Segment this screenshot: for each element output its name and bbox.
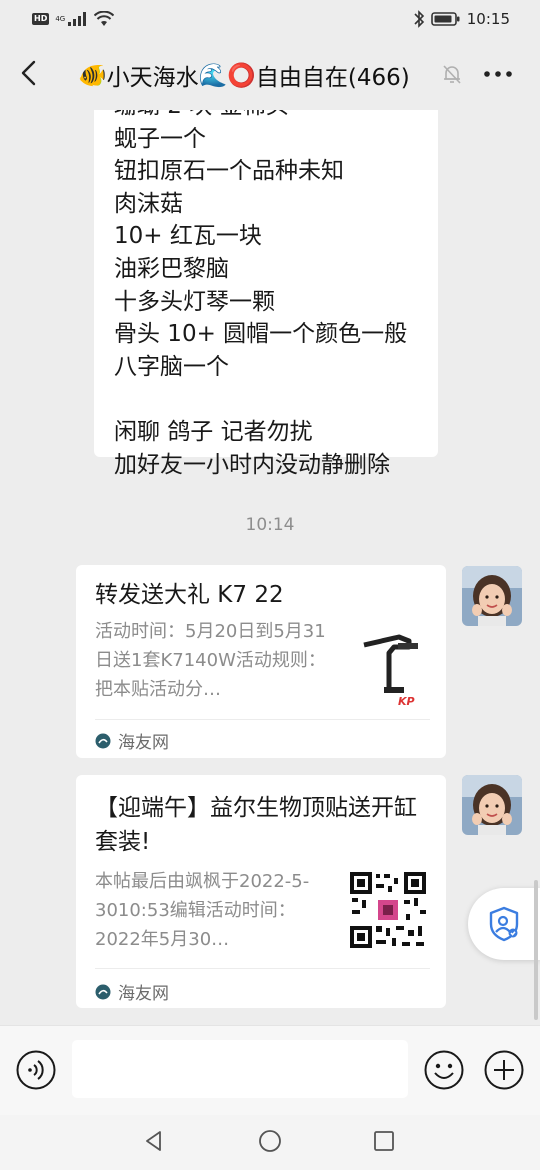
- message-line: 蚬子一个: [114, 125, 206, 152]
- battery-icon: [430, 12, 460, 26]
- message-line: 10+ 红瓦一块: [114, 223, 262, 250]
- avatar[interactable]: [462, 775, 522, 835]
- nav-home-icon[interactable]: [258, 1129, 282, 1153]
- message-line: [114, 383, 418, 416]
- plus-icon[interactable]: [484, 1050, 524, 1090]
- network-type: 4G: [55, 15, 66, 23]
- message-line: 肉沫菇: [114, 190, 183, 217]
- hd-badge: HD: [32, 13, 50, 25]
- fish-emoji: 🐠: [78, 62, 107, 89]
- chat-area[interactable]: 珊瑚 2 块 金棉头 蚬子一个 钮扣原石一个品种未知 肉沫菇 10+ 红瓦一块 …: [0, 110, 540, 1025]
- wifi-icon: [94, 11, 115, 26]
- status-bar: HD 4G 10:15: [0, 0, 540, 38]
- system-nav-bar: [0, 1115, 540, 1170]
- floating-security-button[interactable]: [468, 888, 540, 960]
- scrollbar[interactable]: [534, 880, 538, 1020]
- message-line: 油彩巴黎脑: [114, 255, 229, 282]
- card-description: 本帖最后由飒枫于2022-5-3010:53编辑活动时间：2022年5月30…: [95, 871, 310, 950]
- voice-input-icon[interactable]: [16, 1050, 56, 1090]
- message-line: 骨头 10+ 圆帽一个颜色一般: [114, 321, 408, 348]
- chat-title: 🐠 小天海水 🌊 ⭕ 自由自在(466): [78, 58, 410, 92]
- avatar-image: [462, 775, 522, 835]
- status-right: 10:15: [413, 10, 510, 28]
- card-title: 【迎端午】益尔生物顶贴送开缸套装!: [95, 795, 417, 855]
- card-source: 海友网: [95, 979, 169, 1004]
- thumbnail-logo-text: KP: [398, 695, 415, 708]
- card-description: 活动时间：5月20日到5月31日送1套K7140W活动规则：把本贴活动分…: [95, 621, 326, 700]
- nav-recent-apps-icon[interactable]: [373, 1130, 395, 1152]
- card-divider: [95, 719, 430, 720]
- avatar-image: [462, 566, 522, 626]
- link-card[interactable]: 转发送大礼 K7 22 活动时间：5月20日到5月31日送1套K7140W活动规…: [76, 565, 446, 758]
- circle-emoji: ⭕: [227, 62, 256, 89]
- source-logo-icon: [95, 733, 111, 748]
- title-part1: 小天海水: [106, 65, 199, 91]
- mute-bell-icon: [443, 65, 461, 84]
- qr-code-thumbnail: [348, 870, 428, 950]
- source-name: 海友网: [118, 733, 169, 753]
- input-bar: [0, 1025, 540, 1115]
- chat-header: 🐠 小天海水 🌊 ⭕ 自由自在(466): [0, 38, 540, 110]
- back-arrow-icon[interactable]: [14, 58, 44, 88]
- title-part2: 自由自在(466): [255, 65, 410, 91]
- shield-user-icon: [489, 906, 519, 942]
- status-left: HD 4G: [32, 11, 115, 27]
- link-card[interactable]: 【迎端午】益尔生物顶贴送开缸套装! 本帖最后由飒枫于2022-5-3010:53…: [76, 775, 446, 1008]
- message-line: 加好友一小时内没动静删除: [114, 451, 390, 478]
- emoji-icon[interactable]: [424, 1050, 464, 1090]
- message-timestamp: 10:14: [245, 515, 295, 535]
- message-line: 珊瑚 2 块 金棉头: [114, 110, 418, 123]
- source-logo-icon: [95, 984, 111, 999]
- bluetooth-icon: [414, 10, 424, 28]
- wave-emoji: 🌊: [198, 62, 228, 89]
- signal-icon: [68, 12, 87, 26]
- more-options-icon[interactable]: [480, 60, 516, 88]
- message-input[interactable]: [72, 1040, 408, 1098]
- status-time: 10:15: [466, 10, 510, 28]
- source-name: 海友网: [118, 984, 169, 1004]
- message-line: 十多头灯琴一颗: [114, 288, 275, 315]
- card-title: 转发送大礼 K7 22: [95, 582, 284, 608]
- nav-back-icon[interactable]: [142, 1129, 166, 1153]
- card-divider: [95, 968, 430, 969]
- card-thumbnail: [354, 625, 434, 705]
- message-line: 闲聊 鸽子 记者勿扰: [114, 418, 313, 445]
- card-source: 海友网: [95, 728, 169, 753]
- message-line: 八字脑一个: [114, 353, 229, 380]
- text-message-bubble[interactable]: 珊瑚 2 块 金棉头 蚬子一个 钮扣原石一个品种未知 肉沫菇 10+ 红瓦一块 …: [94, 110, 438, 478]
- avatar[interactable]: [462, 566, 522, 626]
- message-line: 钮扣原石一个品种未知: [114, 158, 344, 185]
